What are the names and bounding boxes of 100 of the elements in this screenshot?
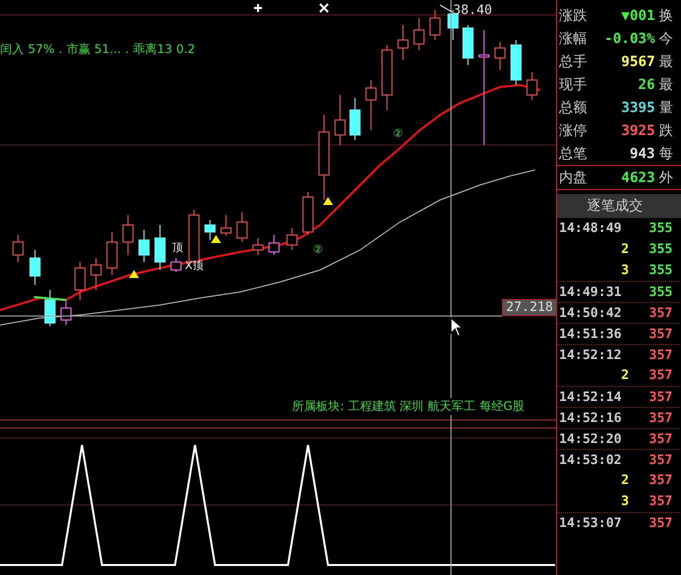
quote-label: 跌 bbox=[658, 122, 673, 140]
quote-label: 每 bbox=[658, 144, 673, 162]
tick-time: 14:51:36 bbox=[558, 326, 623, 342]
tick-time: 14:52:20 bbox=[558, 432, 623, 446]
tick-time: 14:48:49 bbox=[558, 221, 623, 236]
tick-price: 357 bbox=[648, 306, 672, 320]
candlestick bbox=[382, 44, 392, 110]
quote-label: 今 bbox=[658, 30, 673, 48]
tick-price: 355 bbox=[648, 263, 672, 278]
candlestick bbox=[252, 238, 264, 256]
tick-time: 3 bbox=[620, 263, 630, 278]
triangle-signal-icon bbox=[323, 197, 333, 205]
quote-value: 9567 bbox=[620, 54, 655, 70]
tick-time: 14:53:07 bbox=[558, 516, 623, 530]
candlestick bbox=[30, 250, 40, 286]
tick-price: 357 bbox=[648, 390, 672, 404]
candlestick bbox=[204, 220, 216, 240]
candlestick bbox=[430, 10, 440, 40]
quote-value: 3395 bbox=[620, 100, 655, 116]
candlestick bbox=[220, 214, 232, 236]
candlestick bbox=[268, 234, 280, 256]
triangle-signal-icon bbox=[129, 270, 139, 278]
tick-price: 355 bbox=[648, 221, 672, 236]
quote-value: 26 bbox=[637, 76, 655, 92]
tick-price: 357 bbox=[648, 348, 672, 362]
chart-signal-mark: ② bbox=[393, 128, 403, 139]
high-price-label: 38.40 bbox=[453, 3, 492, 18]
quote-label: 量 bbox=[658, 98, 673, 116]
candlestick bbox=[494, 42, 506, 70]
candlestick bbox=[510, 40, 522, 86]
quote-label: 总笔 bbox=[558, 144, 588, 162]
candlestick bbox=[236, 212, 248, 242]
quote-label: 现手 bbox=[558, 76, 588, 94]
quote-label: 外 bbox=[658, 168, 673, 186]
candlestick bbox=[60, 300, 72, 326]
tick-price: 357 bbox=[648, 494, 672, 509]
tick-time: 3 bbox=[620, 494, 630, 509]
plus-icon bbox=[253, 3, 263, 13]
tick-price: 357 bbox=[648, 326, 672, 342]
candlestick bbox=[398, 24, 408, 60]
tick-list-header: 逐笔成交 bbox=[557, 194, 681, 218]
tick-time: 14:52:12 bbox=[558, 348, 623, 362]
candlestick bbox=[122, 214, 134, 256]
quote-label: 最 bbox=[658, 76, 673, 94]
indicator-text: 闰入 57%．市赢 51...．乖离13 0.2 bbox=[0, 41, 196, 58]
tick-time: 2 bbox=[620, 473, 630, 488]
candlestick bbox=[106, 232, 118, 276]
candlestick bbox=[286, 228, 298, 250]
quote-value: -0.03% bbox=[603, 30, 655, 46]
candlestick bbox=[462, 24, 474, 66]
tick-time: 14:50:42 bbox=[558, 306, 623, 320]
tick-time: 14:52:14 bbox=[558, 390, 623, 404]
chart-signal-mark: X顶 bbox=[185, 260, 204, 271]
candlestick bbox=[414, 18, 424, 50]
sector-text: 所属板块: 工程建筑 深圳 航天军工 每经G股 bbox=[292, 398, 525, 415]
candlestick bbox=[170, 258, 182, 272]
candlestick bbox=[90, 258, 102, 290]
cross-icon bbox=[319, 3, 329, 13]
candlestick bbox=[526, 72, 538, 100]
candlestick bbox=[154, 224, 166, 270]
quote-value: 3925 bbox=[620, 122, 655, 138]
triangle-signal-icon bbox=[211, 235, 221, 243]
candlestick bbox=[74, 262, 86, 300]
tick-price: 355 bbox=[648, 242, 672, 257]
candlestick bbox=[302, 192, 314, 236]
tick-price: 357 bbox=[648, 473, 672, 488]
tick-time: 2 bbox=[620, 242, 630, 257]
quote-label: 涨幅 bbox=[558, 30, 588, 48]
tick-price: 357 bbox=[648, 452, 672, 468]
tick-time: 14:53:02 bbox=[558, 452, 623, 468]
quote-label: 换 bbox=[658, 6, 673, 24]
candlestick bbox=[44, 290, 56, 326]
tick-price: 357 bbox=[648, 516, 672, 530]
candlestick bbox=[350, 98, 360, 140]
tick-time: 14:52:16 bbox=[558, 410, 623, 426]
tick-price: 357 bbox=[648, 432, 672, 446]
quote-label: 总手 bbox=[558, 52, 588, 70]
mouse-pointer-icon bbox=[450, 317, 462, 337]
quote-label: 内盘 bbox=[558, 168, 588, 186]
candlestick bbox=[366, 80, 376, 130]
tick-price: 357 bbox=[648, 410, 672, 426]
tick-price: 357 bbox=[648, 368, 672, 383]
candlestick bbox=[12, 234, 24, 262]
quote-value: 943 bbox=[628, 146, 655, 162]
leader-line bbox=[440, 4, 452, 12]
tick-price: 355 bbox=[648, 284, 672, 300]
candlestick bbox=[138, 230, 150, 262]
quote-value: 4623 bbox=[620, 170, 655, 186]
tick-time: 2 bbox=[620, 368, 630, 383]
crosshair-value: 27.218 bbox=[502, 299, 557, 316]
moving-average-segment bbox=[34, 296, 66, 301]
quote-label: 涨跌 bbox=[558, 6, 588, 24]
candlestick bbox=[334, 94, 346, 146]
tick-time: 14:49:31 bbox=[558, 284, 623, 300]
chart-signal-mark: ② bbox=[313, 244, 323, 255]
quote-label: 最 bbox=[658, 52, 673, 70]
quote-label: 涨停 bbox=[558, 122, 588, 140]
quote-label: 总额 bbox=[558, 98, 588, 116]
chart-signal-mark: 顶 bbox=[172, 242, 183, 253]
quote-value: ▼001 bbox=[620, 8, 655, 24]
